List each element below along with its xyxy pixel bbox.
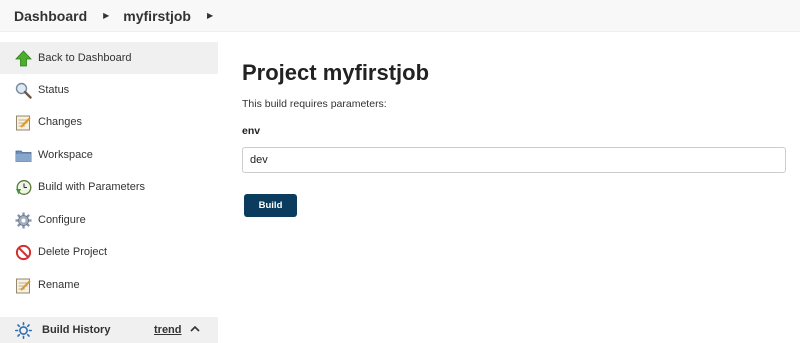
sidebar-item-rename[interactable]: Rename xyxy=(0,269,218,301)
sidebar-item-label: Status xyxy=(38,84,70,96)
trend-link[interactable]: trend xyxy=(154,324,182,336)
magnifier-icon xyxy=(15,82,32,99)
notepad-icon xyxy=(15,277,32,294)
page-description: This build requires parameters: xyxy=(242,98,387,110)
build-button[interactable]: Build xyxy=(244,194,297,217)
gear-icon xyxy=(15,212,32,229)
chevron-right-icon[interactable]: ▶ xyxy=(103,11,109,20)
sun-icon xyxy=(15,321,33,339)
sidebar-item-label: Workspace xyxy=(38,149,93,161)
parameter-label: env xyxy=(242,125,261,137)
folder-icon xyxy=(15,147,32,164)
sidebar-item-label: Configure xyxy=(38,214,86,226)
page-title: Project myfirstjob xyxy=(242,60,430,85)
breadcrumb: Dashboard ▶ myfirstjob ▶ xyxy=(0,0,800,32)
chevron-up-icon[interactable] xyxy=(189,322,201,334)
sidebar-item-label: Delete Project xyxy=(38,246,108,258)
notepad-icon xyxy=(15,114,32,131)
breadcrumb-job[interactable]: myfirstjob xyxy=(123,8,191,24)
sidebar-item-label: Rename xyxy=(38,279,80,291)
build-history-title: Build History xyxy=(42,324,111,336)
sidebar-item-label: Back to Dashboard xyxy=(38,52,132,64)
sidebar: Back to Dashboard Status Changes Workspa… xyxy=(0,42,218,343)
sidebar-item-label: Changes xyxy=(38,116,83,128)
sidebar-item-build-with-parameters[interactable]: Build with Parameters xyxy=(0,171,218,203)
no-entry-icon xyxy=(15,244,32,261)
sidebar-item-changes[interactable]: Changes xyxy=(0,106,218,138)
build-history-header: Build History trend xyxy=(0,317,218,343)
main-content: Project myfirstjob This build requires p… xyxy=(218,32,800,343)
chevron-right-icon[interactable]: ▶ xyxy=(207,11,213,20)
sidebar-item-workspace[interactable]: Workspace xyxy=(0,139,218,171)
breadcrumb-dashboard[interactable]: Dashboard xyxy=(14,8,87,24)
sidebar-item-label: Build with Parameters xyxy=(38,181,145,193)
sidebar-item-status[interactable]: Status xyxy=(0,74,218,106)
clock-build-icon xyxy=(15,179,32,196)
sidebar-item-back-to-dashboard[interactable]: Back to Dashboard xyxy=(0,42,218,74)
env-field[interactable] xyxy=(242,147,786,173)
sidebar-item-configure[interactable]: Configure xyxy=(0,204,218,236)
sidebar-item-delete-project[interactable]: Delete Project xyxy=(0,236,218,268)
up-arrow-icon xyxy=(15,49,32,67)
